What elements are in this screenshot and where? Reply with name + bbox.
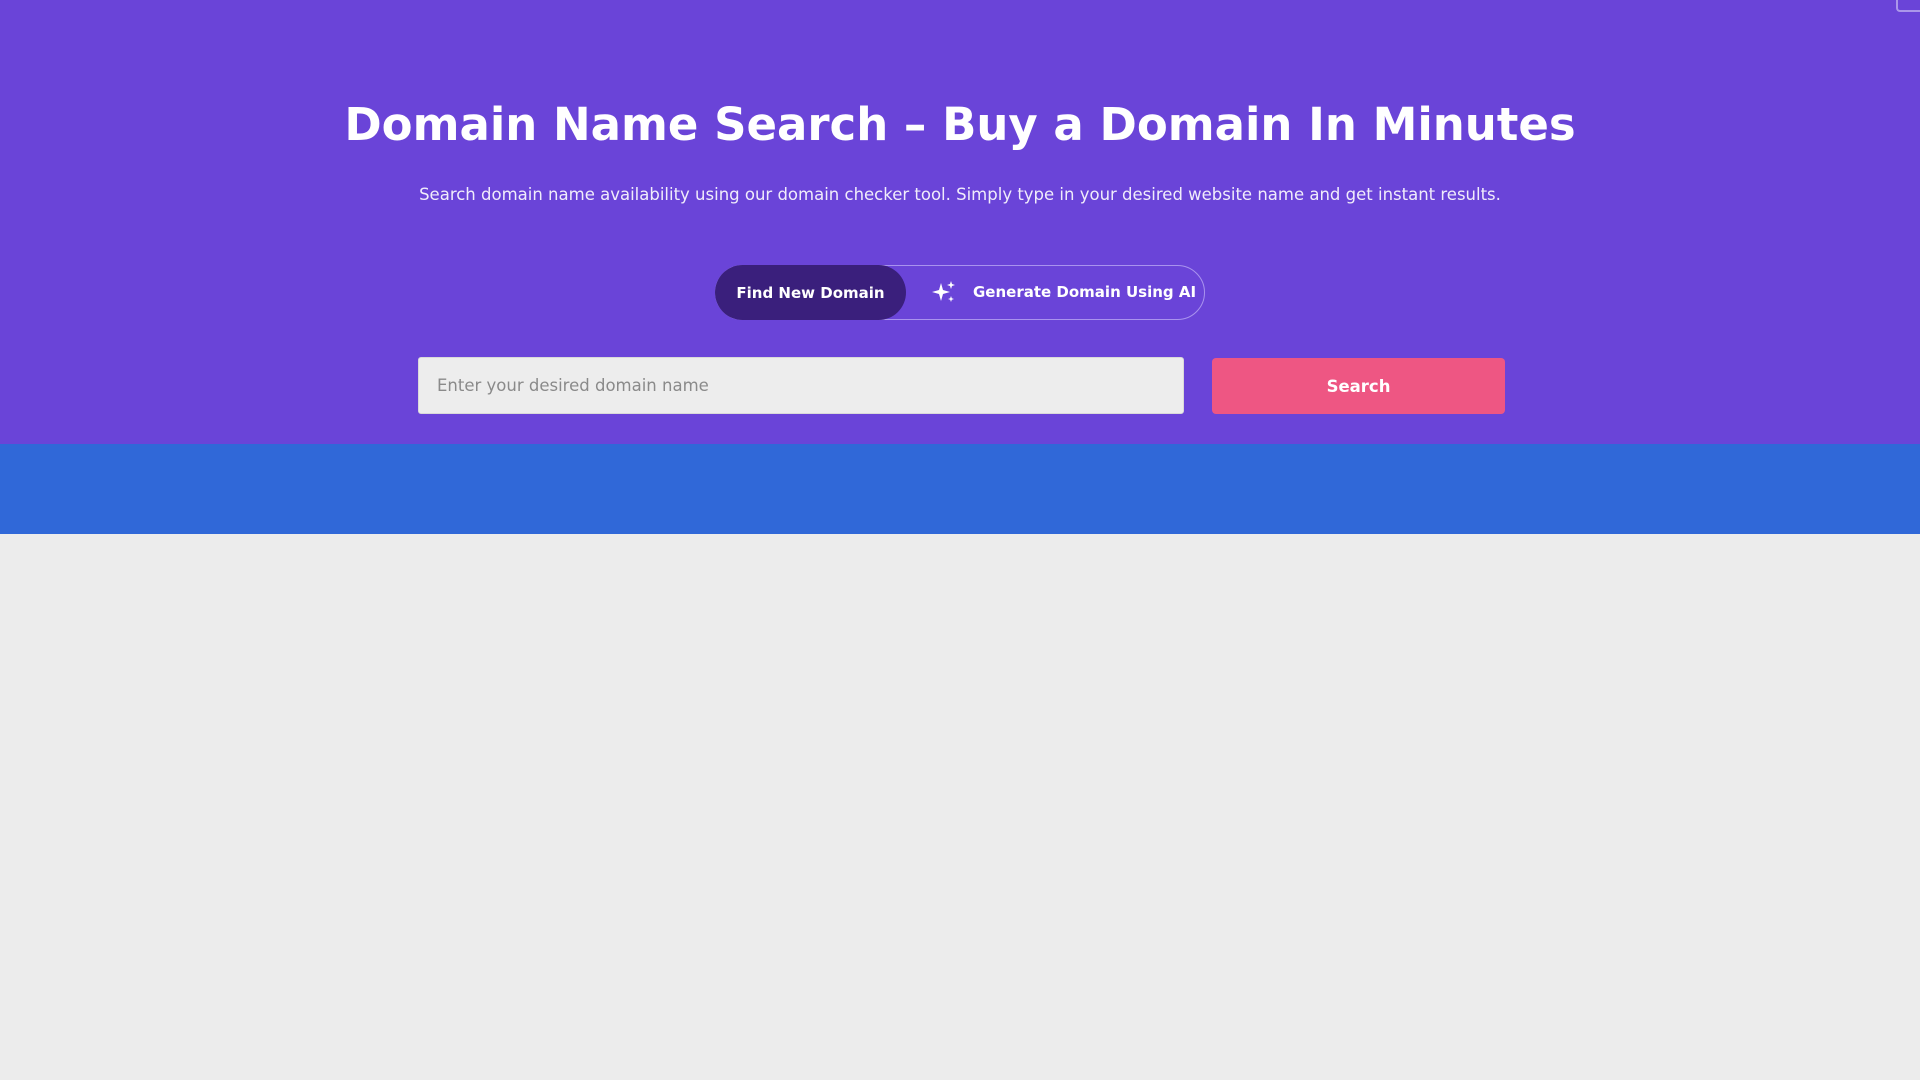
find-new-domain-label: Find New Domain [736, 283, 885, 302]
generate-domain-ai-tab[interactable]: Generate Domain Using AI [931, 266, 1196, 318]
domain-search-input[interactable] [418, 357, 1184, 414]
page: Domain Name Search – Buy a Domain In Min… [0, 0, 1920, 1080]
find-new-domain-tab[interactable]: Find New Domain [715, 265, 906, 320]
blue-banner-band [0, 444, 1920, 534]
search-mode-toggle: Find New Domain Generate Domain Using AI [715, 265, 1205, 320]
content-area [0, 534, 1920, 1080]
sparkle-icon [932, 281, 955, 302]
page-title: Domain Name Search – Buy a Domain In Min… [344, 98, 1576, 151]
hero-section: Domain Name Search – Buy a Domain In Min… [0, 0, 1920, 444]
search-button[interactable]: Search [1212, 358, 1505, 414]
page-subtitle: Search domain name availability using ou… [419, 185, 1501, 204]
generate-domain-ai-label: Generate Domain Using AI [973, 283, 1197, 301]
corner-widget-edge[interactable] [1896, 0, 1920, 12]
